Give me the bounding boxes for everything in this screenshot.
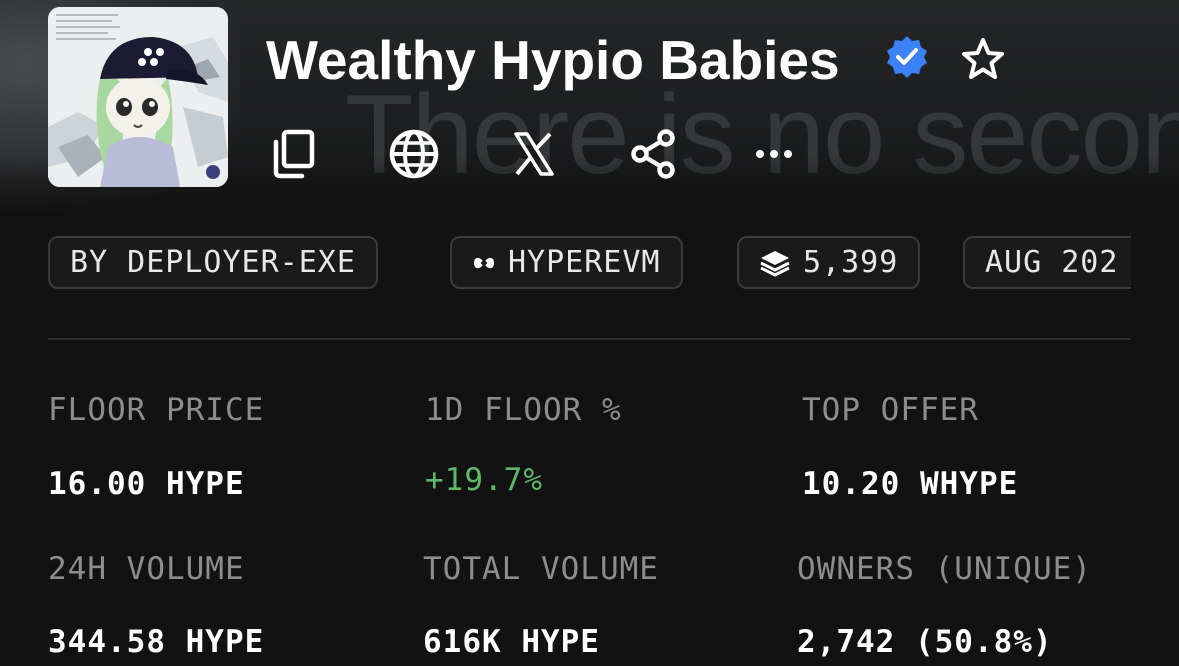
copy-icon[interactable] bbox=[268, 128, 320, 180]
items-chip[interactable]: 5,399 bbox=[737, 236, 921, 289]
date-chip[interactable]: AUG 202 bbox=[963, 236, 1131, 289]
more-icon[interactable] bbox=[748, 128, 800, 180]
hyperliquid-logo-icon bbox=[474, 257, 494, 268]
chain-chip[interactable]: HYPEREVM bbox=[450, 236, 683, 289]
avatar-artwork bbox=[48, 7, 228, 187]
floor-change-label: 1D FLOOR % bbox=[425, 392, 622, 428]
total-volume-value: 616K HYPE bbox=[423, 624, 600, 660]
layers-icon bbox=[760, 250, 790, 276]
section-divider bbox=[48, 338, 1131, 340]
creator-chip[interactable]: BY DEPLOYER-EXE bbox=[48, 236, 378, 289]
volume-24h-value: 344.58 HYPE bbox=[48, 624, 265, 660]
owners-value: 2,742 (50.8%) bbox=[797, 624, 1053, 660]
collection-chips: BY DEPLOYER-EXE HYPEREVM 5,399 AUG 202 bbox=[0, 226, 1131, 300]
collection-avatar[interactable] bbox=[48, 7, 228, 187]
floor-price-label: FLOOR PRICE bbox=[48, 392, 265, 428]
top-offer-label: TOP OFFER bbox=[802, 392, 979, 428]
creator-chip-label: BY DEPLOYER-EXE bbox=[70, 245, 356, 280]
share-icon[interactable] bbox=[628, 128, 680, 180]
volume-24h-label: 24H VOLUME bbox=[48, 551, 245, 587]
top-offer-value: 10.20 WHYPE bbox=[802, 466, 1019, 502]
owners-label: OWNERS (UNIQUE) bbox=[797, 551, 1092, 587]
total-volume-label: TOTAL VOLUME bbox=[423, 551, 659, 587]
date-chip-label: AUG 202 bbox=[985, 245, 1119, 280]
x-logo-icon[interactable] bbox=[508, 128, 560, 180]
favorite-star-icon[interactable] bbox=[958, 36, 1008, 82]
globe-icon[interactable] bbox=[388, 128, 440, 180]
floor-price-value: 16.00 HYPE bbox=[48, 466, 245, 502]
chain-chip-label: HYPEREVM bbox=[508, 245, 661, 280]
floor-change-value: +19.7% bbox=[425, 462, 543, 498]
collection-title: Wealthy Hypio Babies bbox=[266, 29, 840, 91]
items-chip-label: 5,399 bbox=[803, 245, 899, 280]
verified-badge-icon bbox=[887, 36, 927, 78]
